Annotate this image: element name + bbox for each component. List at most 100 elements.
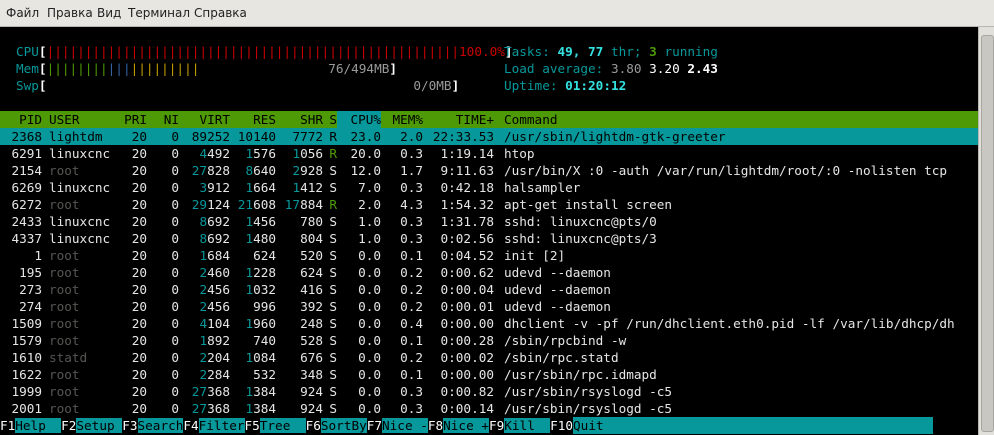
process-row[interactable]: 6291 linuxcnc 20 0 4492 1576 1056 R 20.0 0.3 1:19.…: [0, 145, 964, 162]
cell-shr: 624: [300, 265, 323, 280]
cell-time: 22:33.53: [432, 129, 494, 144]
terminal-scrollbar[interactable]: [978, 27, 994, 435]
cell-virt: 4492: [199, 146, 230, 161]
column-header-res[interactable]: RES: [230, 111, 276, 128]
cell-time: 0:00.62: [440, 265, 494, 280]
menu-bar: Файл Правка Вид Терминал Справка: [0, 0, 994, 27]
process-row[interactable]: 2368 lightdm 20 0 89252 10140 7772 R 23.0 2.0 22:3…: [0, 128, 978, 145]
process-row[interactable]: 195 root 20 0 2460 1228 624 S 0.0 0.2 0:00.62 udevd…: [0, 264, 964, 281]
cell-cmd: udevd --daemon: [504, 265, 611, 280]
fkey-label-f10[interactable]: Quit: [573, 417, 934, 434]
column-header-pri[interactable]: PRI: [114, 111, 147, 128]
fkey-f5[interactable]: F5: [245, 418, 260, 433]
cell-res: 1032: [245, 282, 276, 297]
fkey-label-f2[interactable]: Setup: [76, 418, 123, 433]
fkey-label-f5[interactable]: Tree: [259, 418, 306, 433]
menu-edit[interactable]: Правка: [47, 6, 93, 20]
cell-mem: 0.1: [400, 248, 423, 263]
column-header-s[interactable]: S: [323, 111, 337, 128]
cell-shr: 780: [300, 214, 323, 229]
scrollbar-thumb[interactable]: [981, 35, 994, 432]
cell-user: root: [49, 384, 80, 399]
cell-virt: 1892: [199, 333, 230, 348]
fkey-f10[interactable]: F10: [550, 418, 573, 433]
column-header-mem[interactable]: MEM%: [381, 111, 423, 128]
fkey-label-f1[interactable]: Help: [15, 418, 62, 433]
fkey-label-f3[interactable]: Search: [137, 418, 184, 433]
cell-pid: 1509: [11, 316, 42, 331]
cell-s: S: [329, 367, 337, 382]
process-row[interactable]: 273 root 20 0 2456 1032 416 S 0.0 0.2 0:00.04 udevd…: [0, 281, 964, 298]
cell-res: 1480: [245, 231, 276, 246]
cell-s: S: [329, 316, 337, 331]
cell-ni: 0: [171, 180, 179, 195]
cell-shr: 17884: [284, 197, 323, 212]
menu-terminal[interactable]: Терминал: [128, 6, 190, 20]
column-header[interactable]: PID USER PRI NI VIRT RES SHR S CPU% MEM% TIME+ Comm…: [0, 111, 978, 128]
fkey-label-f4[interactable]: Filter: [198, 418, 245, 433]
fkey-f2[interactable]: F2: [61, 418, 76, 433]
process-row[interactable]: 1610 statd 20 0 2204 1084 676 S 0.0 0.2 0:00.02/sb…: [0, 349, 964, 366]
cell-pri: 20: [131, 180, 147, 195]
column-header-time[interactable]: TIME+: [423, 111, 494, 128]
cell-pri: 20: [131, 401, 147, 416]
fkey-f8[interactable]: F8: [428, 418, 443, 433]
cell-pid: 6272: [11, 197, 42, 212]
process-row[interactable]: 6272 root 20 0 29124 21608 17884 R 2.0 4.3 1:54.32…: [0, 196, 964, 213]
fkey-f7[interactable]: F7: [367, 418, 382, 433]
cell-pid: 1579: [11, 333, 42, 348]
cell-shr: 248: [300, 316, 323, 331]
cell-user: linuxcnc: [49, 180, 111, 195]
cell-cmd: /usr/bin/X :0 -auth /var/run/lightdm/roo…: [504, 163, 948, 178]
fkey-label-f7[interactable]: Nice -: [382, 418, 428, 433]
fkey-f1[interactable]: F1: [0, 418, 15, 433]
process-row[interactable]: 4337 linuxcnc 20 0 8692 1480 804 S 1.0 0.3 0:02.56…: [0, 230, 964, 247]
column-header-virt[interactable]: VIRT: [179, 111, 230, 128]
cell-pid: 4337: [11, 231, 42, 246]
column-header-command[interactable]: Command: [494, 111, 964, 128]
cell-res: 1384: [245, 401, 276, 416]
cell-virt: 2460: [199, 265, 230, 280]
column-header-cpu[interactable]: CPU%: [337, 111, 381, 128]
fkey-label-f9[interactable]: Kill: [504, 418, 551, 433]
cell-cpu: 2.0: [358, 197, 381, 212]
cell-virt: 27368: [191, 384, 230, 399]
column-header-shr[interactable]: SHR: [276, 111, 323, 128]
cell-cpu: 0.0: [358, 350, 381, 365]
cell-ni: 0: [171, 197, 179, 212]
fkey-label-f8[interactable]: Nice +: [443, 418, 489, 433]
menu-help[interactable]: Справка: [194, 6, 247, 20]
cell-res: 1456: [245, 214, 276, 229]
cell-cmd: apt-get install screen: [504, 197, 673, 212]
cell-shr: 804: [300, 231, 323, 246]
process-row[interactable]: 1579 root 20 0 1892 740 528 S 0.0 0.1 0:00.28/sbin…: [0, 332, 964, 349]
process-row[interactable]: 6269 linuxcnc 20 0 3912 1664 1412 S 7.0 0.3 0:42.1…: [0, 179, 964, 196]
cell-cmd: sshd: linuxcnc@pts/0: [504, 214, 657, 229]
terminal[interactable]: CPU[||||||||||||||||||||||||||||||||||||…: [0, 27, 978, 435]
process-row[interactable]: 274 root 20 0 2456 996 392 S 0.0 0.2 0:00.01 udevd …: [0, 298, 964, 315]
column-header-pid[interactable]: PID: [0, 111, 42, 128]
fkey-f4[interactable]: F4: [183, 418, 198, 433]
menu-view[interactable]: Вид: [97, 6, 121, 20]
process-row[interactable]: 1622 root 20 0 2284 532 348 S 0.0 0.1 0:00.00/usr/…: [0, 366, 964, 383]
cell-ni: 0: [171, 316, 179, 331]
cell-pri: 20: [131, 231, 147, 246]
fkey-f3[interactable]: F3: [122, 418, 137, 433]
fkey-label-f6[interactable]: SortBy: [320, 418, 367, 433]
process-row[interactable]: 1999 root 20 0 27368 1384 924 S 0.0 0.3 0:00.82/us…: [0, 383, 964, 400]
cell-shr: 392: [300, 299, 323, 314]
menu-file[interactable]: Файл: [6, 6, 39, 20]
process-row[interactable]: 2154 root 20 0 27828 8640 2928 S 12.0 1.7 9:11.63 /…: [0, 162, 964, 179]
process-row[interactable]: 2001 root 20 0 27368 1384 924 S 0.0 0.3 0:00.14/us…: [0, 400, 964, 417]
column-header-ni[interactable]: NI: [147, 111, 179, 128]
cell-virt: 2456: [199, 282, 230, 297]
process-row[interactable]: 2433 linuxcnc 20 0 8692 1456 780 S 1.0 0.3 1:31.78…: [0, 213, 964, 230]
cell-s: S: [329, 299, 337, 314]
process-row[interactable]: 1509 root 20 0 4104 1960 248 S 0.0 0.4 0:00.00 dhcl…: [0, 315, 964, 332]
cell-time: 0:00.01: [440, 299, 494, 314]
column-header-user[interactable]: USER: [42, 111, 114, 128]
fkey-f6[interactable]: F6: [306, 418, 321, 433]
fkey-f9[interactable]: F9: [489, 418, 504, 433]
cell-virt: 2204: [199, 350, 230, 365]
process-row[interactable]: 1 root 20 0 1684 624 520 S 0.0 0.1 0:04.52 init [2]: [0, 247, 964, 264]
